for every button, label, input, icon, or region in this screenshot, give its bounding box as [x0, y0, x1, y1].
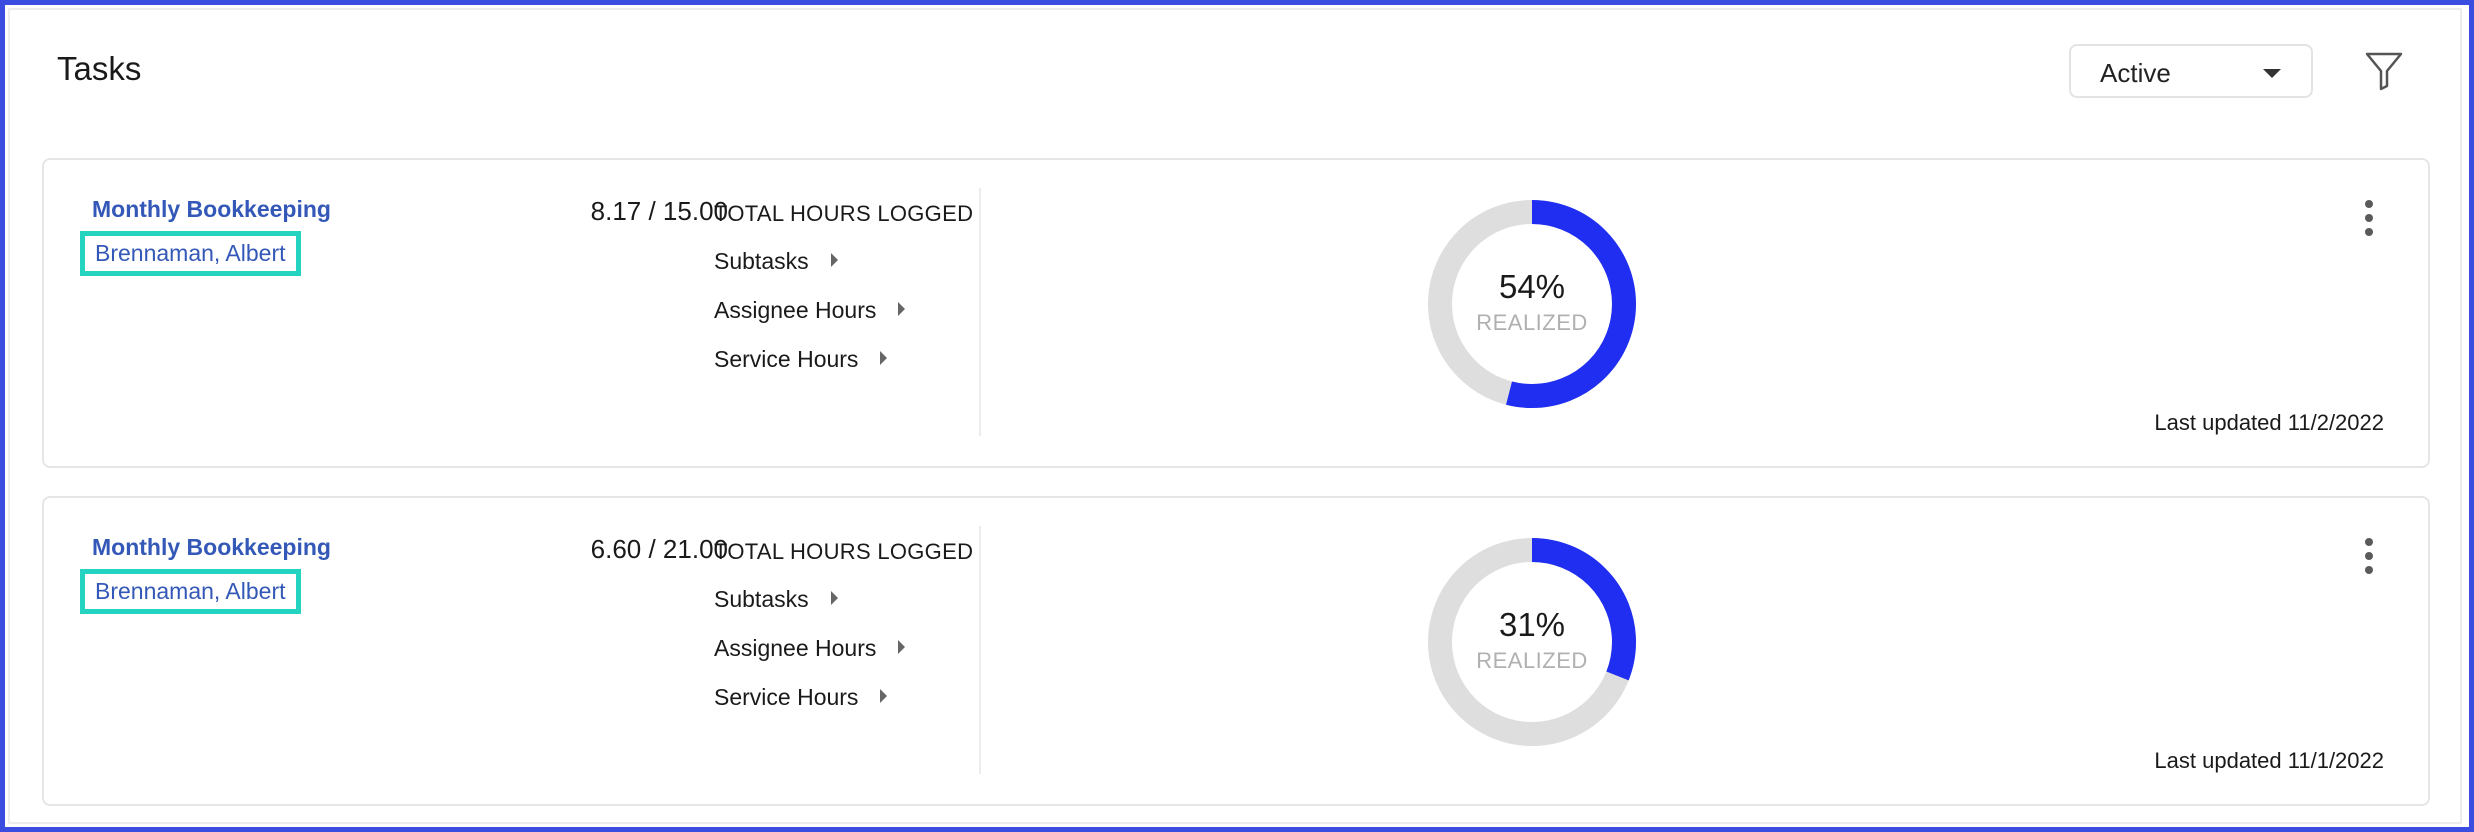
- caret-right-icon: [898, 302, 906, 316]
- subtasks-toggle[interactable]: Subtasks: [714, 586, 838, 613]
- hours-logged-value: 6.60 / 21.00: [590, 534, 728, 564]
- divider: [979, 526, 981, 774]
- caret-right-icon: [830, 253, 838, 267]
- caret-right-icon: [898, 640, 906, 654]
- service-hours-label: Service Hours: [714, 684, 859, 710]
- task-card: Monthly Bookkeeping Brennaman, Albert 6.…: [42, 496, 2430, 806]
- service-hours-toggle[interactable]: Service Hours: [714, 684, 888, 711]
- assignee-hours-toggle[interactable]: Assignee Hours: [714, 297, 906, 324]
- divider: [979, 188, 981, 436]
- hours-logged-value: 8.17 / 15.00: [590, 196, 728, 226]
- caret-right-icon: [880, 689, 888, 703]
- assignee-link[interactable]: Brennaman, Albert: [80, 231, 301, 276]
- status-filter-select[interactable]: Active: [2069, 44, 2313, 98]
- page-title: Tasks: [57, 50, 142, 87]
- assignee-hours-label: Assignee Hours: [714, 297, 877, 323]
- subtasks-toggle[interactable]: Subtasks: [714, 248, 838, 275]
- realized-percent: 31%: [1498, 606, 1566, 643]
- subtasks-label: Subtasks: [714, 586, 809, 612]
- assignee-hours-toggle[interactable]: Assignee Hours: [714, 635, 906, 662]
- hours-logged-label: TOTAL HOURS LOGGED: [714, 201, 974, 226]
- last-updated: Last updated 11/1/2022: [2154, 748, 2384, 773]
- assignee-hours-label: Assignee Hours: [714, 635, 877, 661]
- filter-icon[interactable]: [2364, 50, 2404, 92]
- caret-right-icon: [880, 351, 888, 365]
- hours-logged-label: TOTAL HOURS LOGGED: [714, 539, 974, 564]
- realized-label: REALIZED: [1476, 648, 1588, 673]
- more-options-icon[interactable]: [2354, 198, 2384, 238]
- more-options-icon[interactable]: [2354, 536, 2384, 576]
- service-hours-toggle[interactable]: Service Hours: [714, 346, 888, 373]
- last-updated: Last updated 11/2/2022: [2154, 410, 2384, 435]
- assignee-link[interactable]: Brennaman, Albert: [80, 569, 301, 614]
- task-name-link[interactable]: Monthly Bookkeeping: [92, 196, 331, 223]
- task-card: Monthly Bookkeeping Brennaman, Albert 8.…: [42, 158, 2430, 468]
- realized-label: REALIZED: [1476, 310, 1588, 335]
- status-filter-value: Active: [2100, 58, 2171, 88]
- task-name-link[interactable]: Monthly Bookkeeping: [92, 534, 331, 561]
- realized-percent: 54%: [1498, 268, 1566, 305]
- caret-right-icon: [830, 591, 838, 605]
- subtasks-label: Subtasks: [714, 248, 809, 274]
- service-hours-label: Service Hours: [714, 346, 859, 372]
- caret-down-icon: [2263, 69, 2281, 78]
